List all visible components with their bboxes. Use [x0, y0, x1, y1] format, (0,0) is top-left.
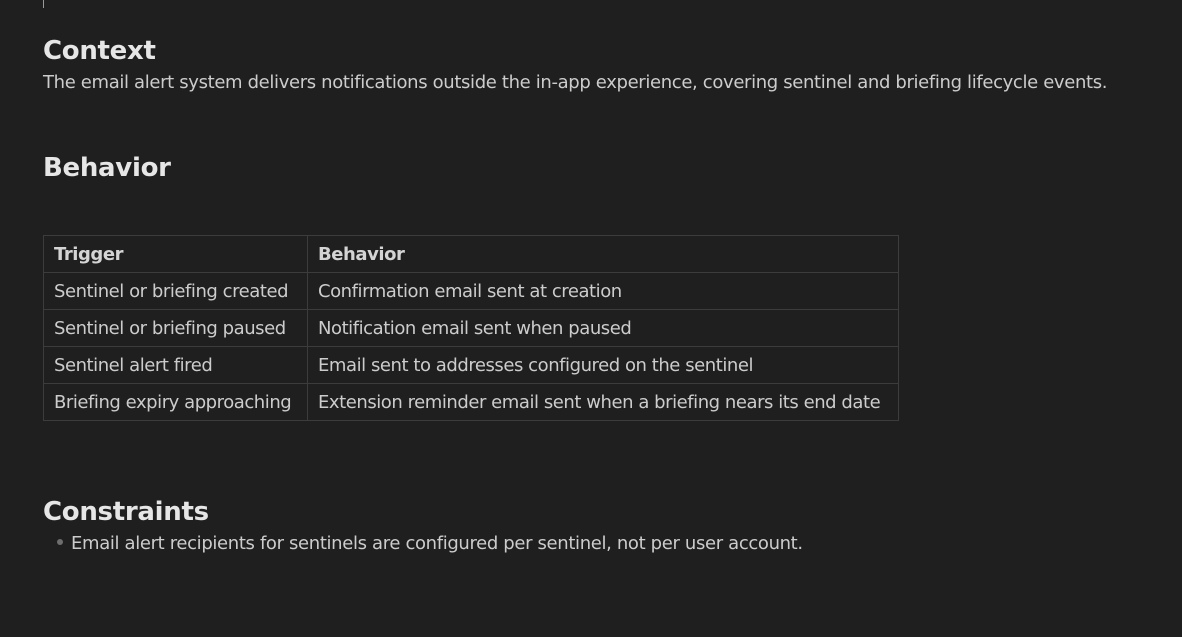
constraints-list: Email alert recipients for sentinels are… — [57, 531, 803, 557]
table-row: Sentinel or briefing paused Notification… — [43, 309, 899, 347]
table-cell-behavior: Notification email sent when paused — [307, 309, 899, 347]
context-heading: Context — [43, 36, 156, 66]
table-header-trigger: Trigger — [43, 235, 308, 273]
bullet-icon — [57, 539, 63, 545]
table-cell-trigger: Sentinel alert fired — [43, 346, 308, 384]
context-paragraph: The email alert system delivers notifica… — [43, 72, 1108, 93]
text-cursor — [43, 0, 44, 8]
table-cell-trigger: Sentinel or briefing created — [43, 272, 308, 310]
behavior-table: Trigger Behavior Sentinel or briefing cr… — [43, 235, 899, 421]
constraints-heading: Constraints — [43, 497, 209, 527]
table-cell-behavior: Confirmation email sent at creation — [307, 272, 899, 310]
table-cell-behavior: Email sent to addresses configured on th… — [307, 346, 899, 384]
table-header-behavior: Behavior — [307, 235, 899, 273]
table-row: Sentinel or briefing created Confirmatio… — [43, 272, 899, 310]
behavior-heading: Behavior — [43, 153, 171, 183]
table-header-row: Trigger Behavior — [43, 235, 899, 273]
table-cell-trigger: Briefing expiry approaching — [43, 383, 308, 421]
table-row: Briefing expiry approaching Extension re… — [43, 383, 899, 421]
table-row: Sentinel alert fired Email sent to addre… — [43, 346, 899, 384]
list-item-text: Email alert recipients for sentinels are… — [71, 533, 803, 554]
table-cell-behavior: Extension reminder email sent when a bri… — [307, 383, 899, 421]
list-item: Email alert recipients for sentinels are… — [57, 531, 803, 557]
table-cell-trigger: Sentinel or briefing paused — [43, 309, 308, 347]
